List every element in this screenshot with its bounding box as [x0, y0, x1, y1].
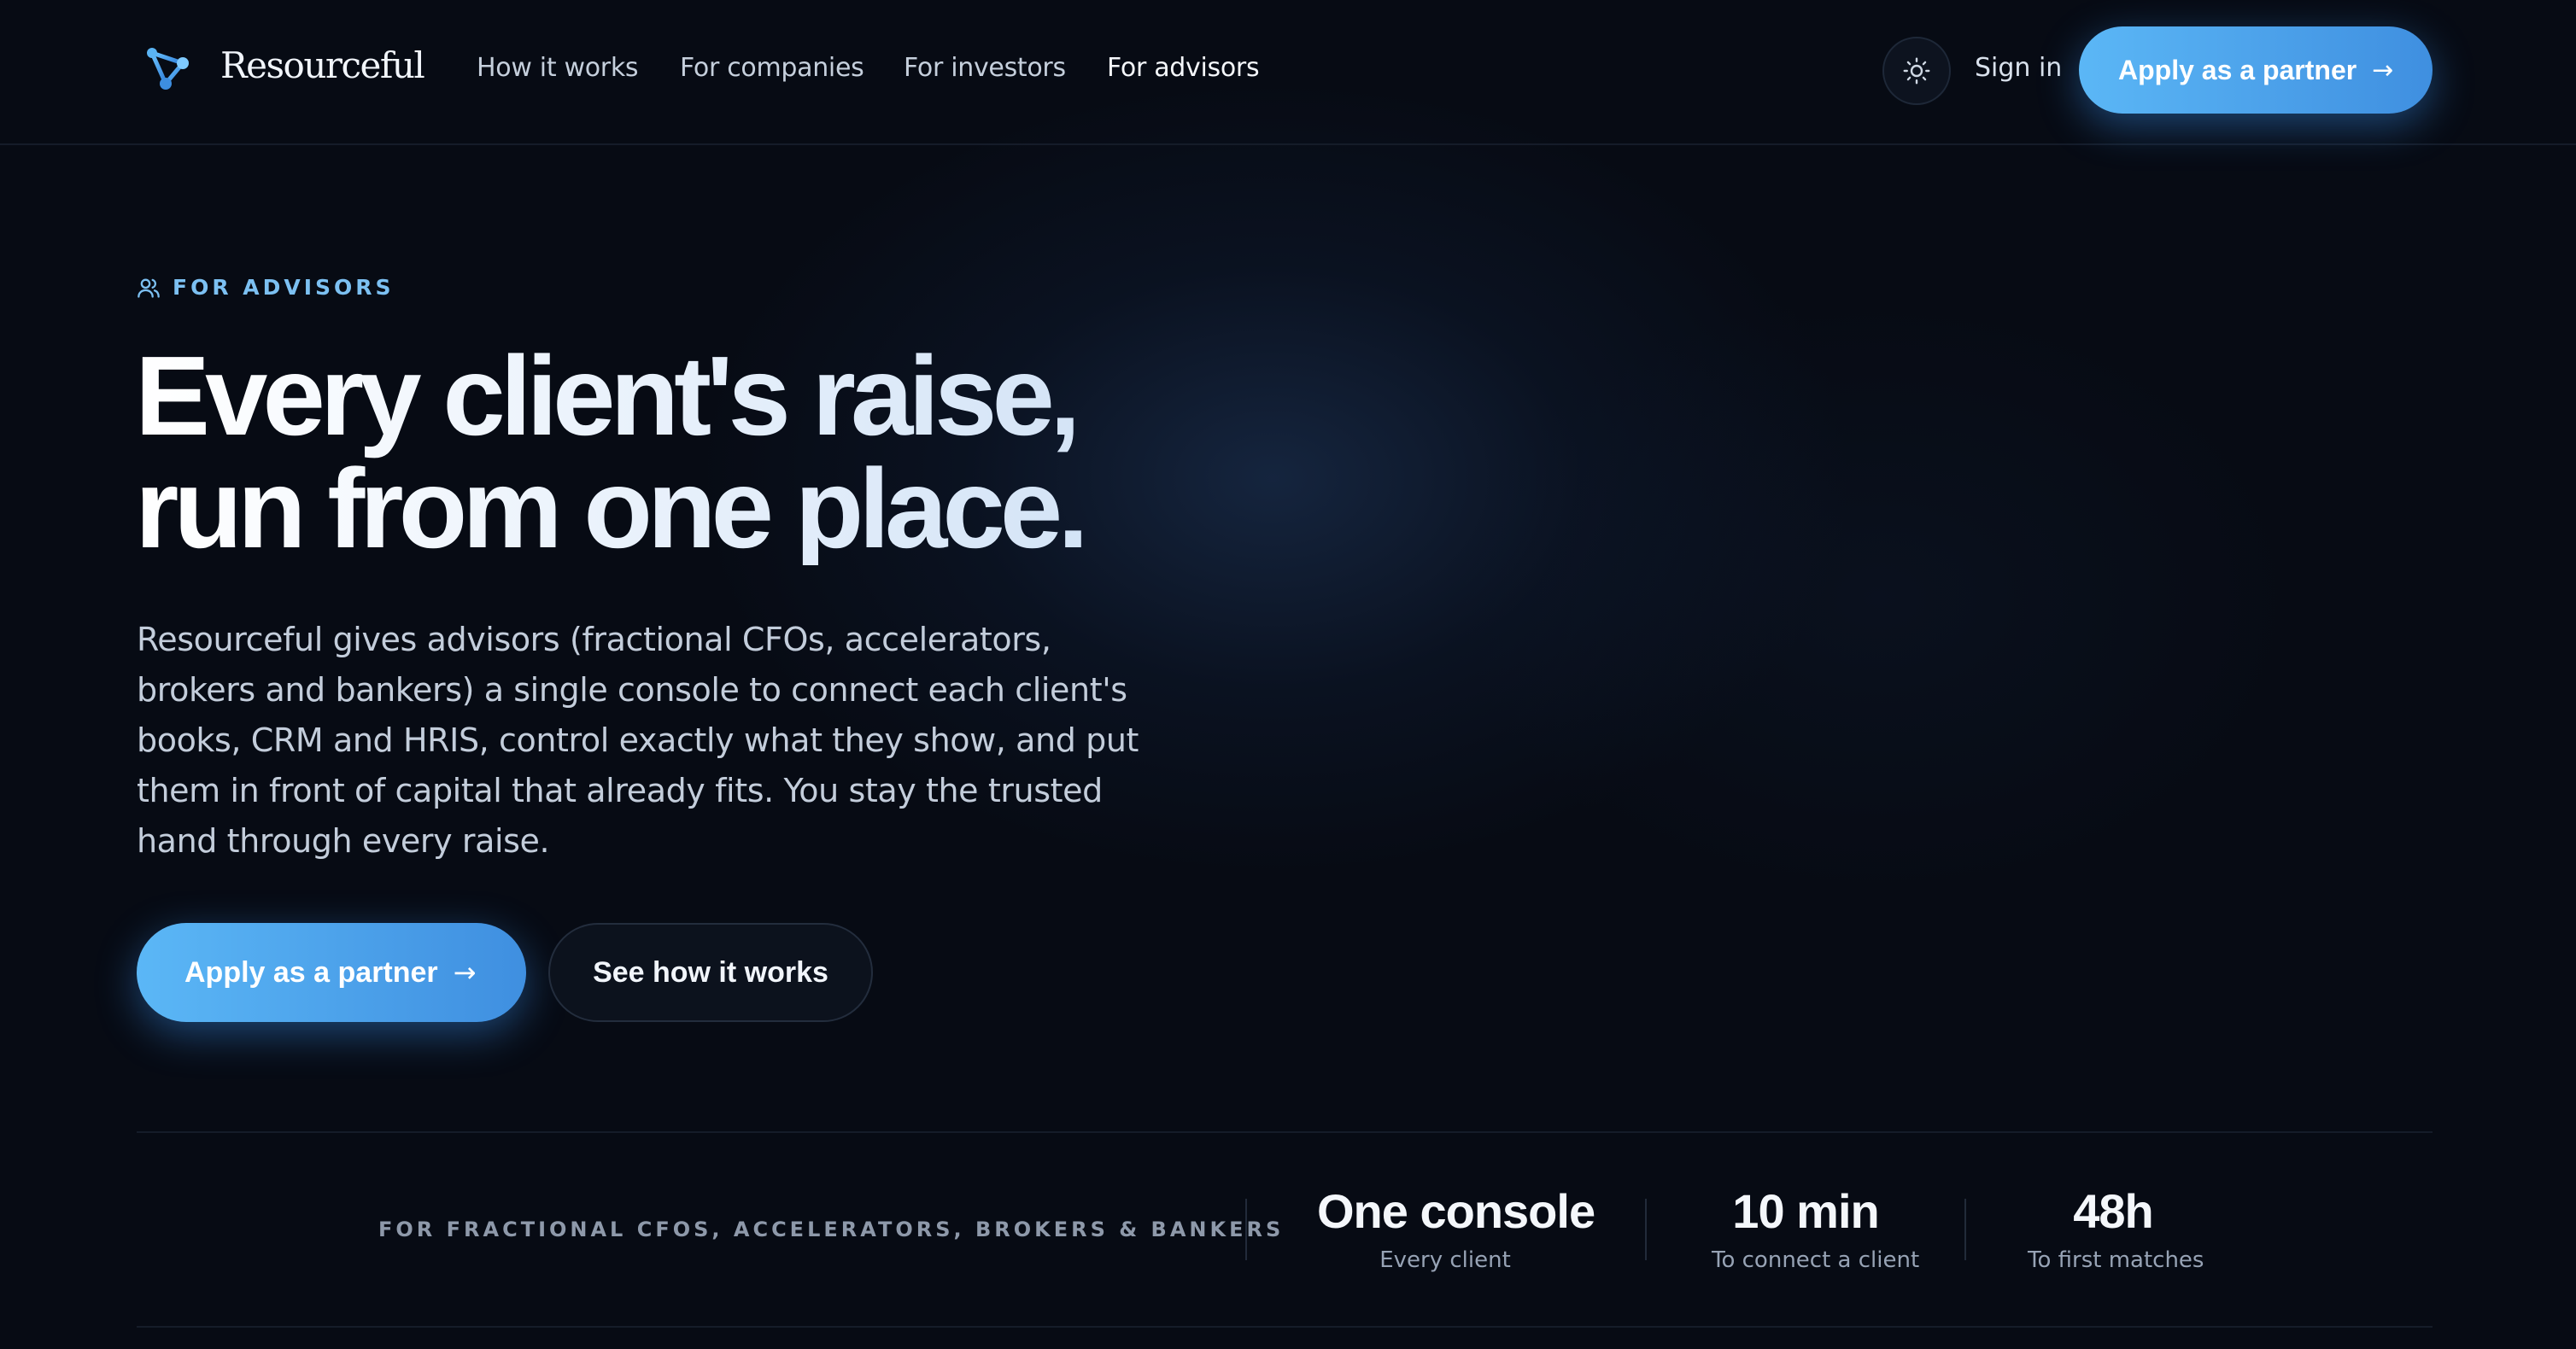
divider: [1964, 1199, 1966, 1260]
nav-link-for-investors[interactable]: For investors: [904, 53, 1066, 83]
divider: [137, 1131, 2433, 1133]
audience-label: FOR FRACTIONAL CFOS, ACCELERATORS, BROKE…: [378, 1218, 1285, 1241]
arrow-right-icon: →: [2372, 55, 2394, 85]
stat-value: 48h: [2073, 1184, 2154, 1238]
sign-in-link[interactable]: Sign in: [1975, 53, 2062, 83]
apply-partner-button[interactable]: Apply as a partner →: [137, 923, 526, 1022]
hero-description: Resourceful gives advisors (fractional C…: [137, 621, 1139, 860]
landing-page: Resourceful How it works For companies F…: [0, 0, 2576, 1349]
hero-headline-line-2: run from one place.: [135, 446, 1084, 571]
see-how-it-works-button[interactable]: See how it works: [548, 923, 873, 1022]
sun-icon: [1903, 57, 1930, 85]
divider: [1245, 1199, 1247, 1260]
users-icon: [138, 278, 160, 298]
logo-icon[interactable]: [145, 44, 193, 94]
stat-one-console: One console Every client: [1317, 1183, 1595, 1273]
hero-headline-line-1: Every client's raise,: [135, 333, 1076, 458]
divider: [137, 1326, 2433, 1328]
eyebrow: FOR ADVISORS: [137, 275, 395, 300]
nav-link-how-it-works[interactable]: How it works: [477, 53, 639, 83]
stat-label: Every client: [1379, 1247, 1511, 1273]
nav-link-for-companies[interactable]: For companies: [680, 53, 864, 83]
eyebrow-label: FOR ADVISORS: [173, 275, 395, 300]
apply-partner-nav-button[interactable]: Apply as a partner →: [2079, 26, 2433, 114]
stat-label: To connect a client: [1712, 1247, 1920, 1273]
stat-connect-time: 10 min To connect a client: [1712, 1183, 1920, 1273]
stat-label: To first matches: [2028, 1247, 2204, 1273]
nav-link-for-advisors[interactable]: For advisors: [1107, 53, 1260, 83]
brand-name[interactable]: Resourceful: [220, 44, 425, 86]
apply-partner-label: Apply as a partner: [184, 955, 438, 989]
stat-first-matches: 48h To first matches: [2028, 1183, 2204, 1273]
divider: [1645, 1199, 1647, 1260]
theme-toggle-button[interactable]: [1882, 37, 1951, 105]
apply-partner-nav-label: Apply as a partner: [2118, 54, 2357, 85]
arrow-right-icon: →: [453, 956, 477, 989]
stat-value: One console: [1317, 1184, 1595, 1238]
top-nav: Resourceful How it works For companies F…: [0, 0, 2576, 145]
stat-value: 10 min: [1732, 1184, 1879, 1238]
hero-headline: Every client's raise, run from one place…: [135, 340, 1331, 565]
